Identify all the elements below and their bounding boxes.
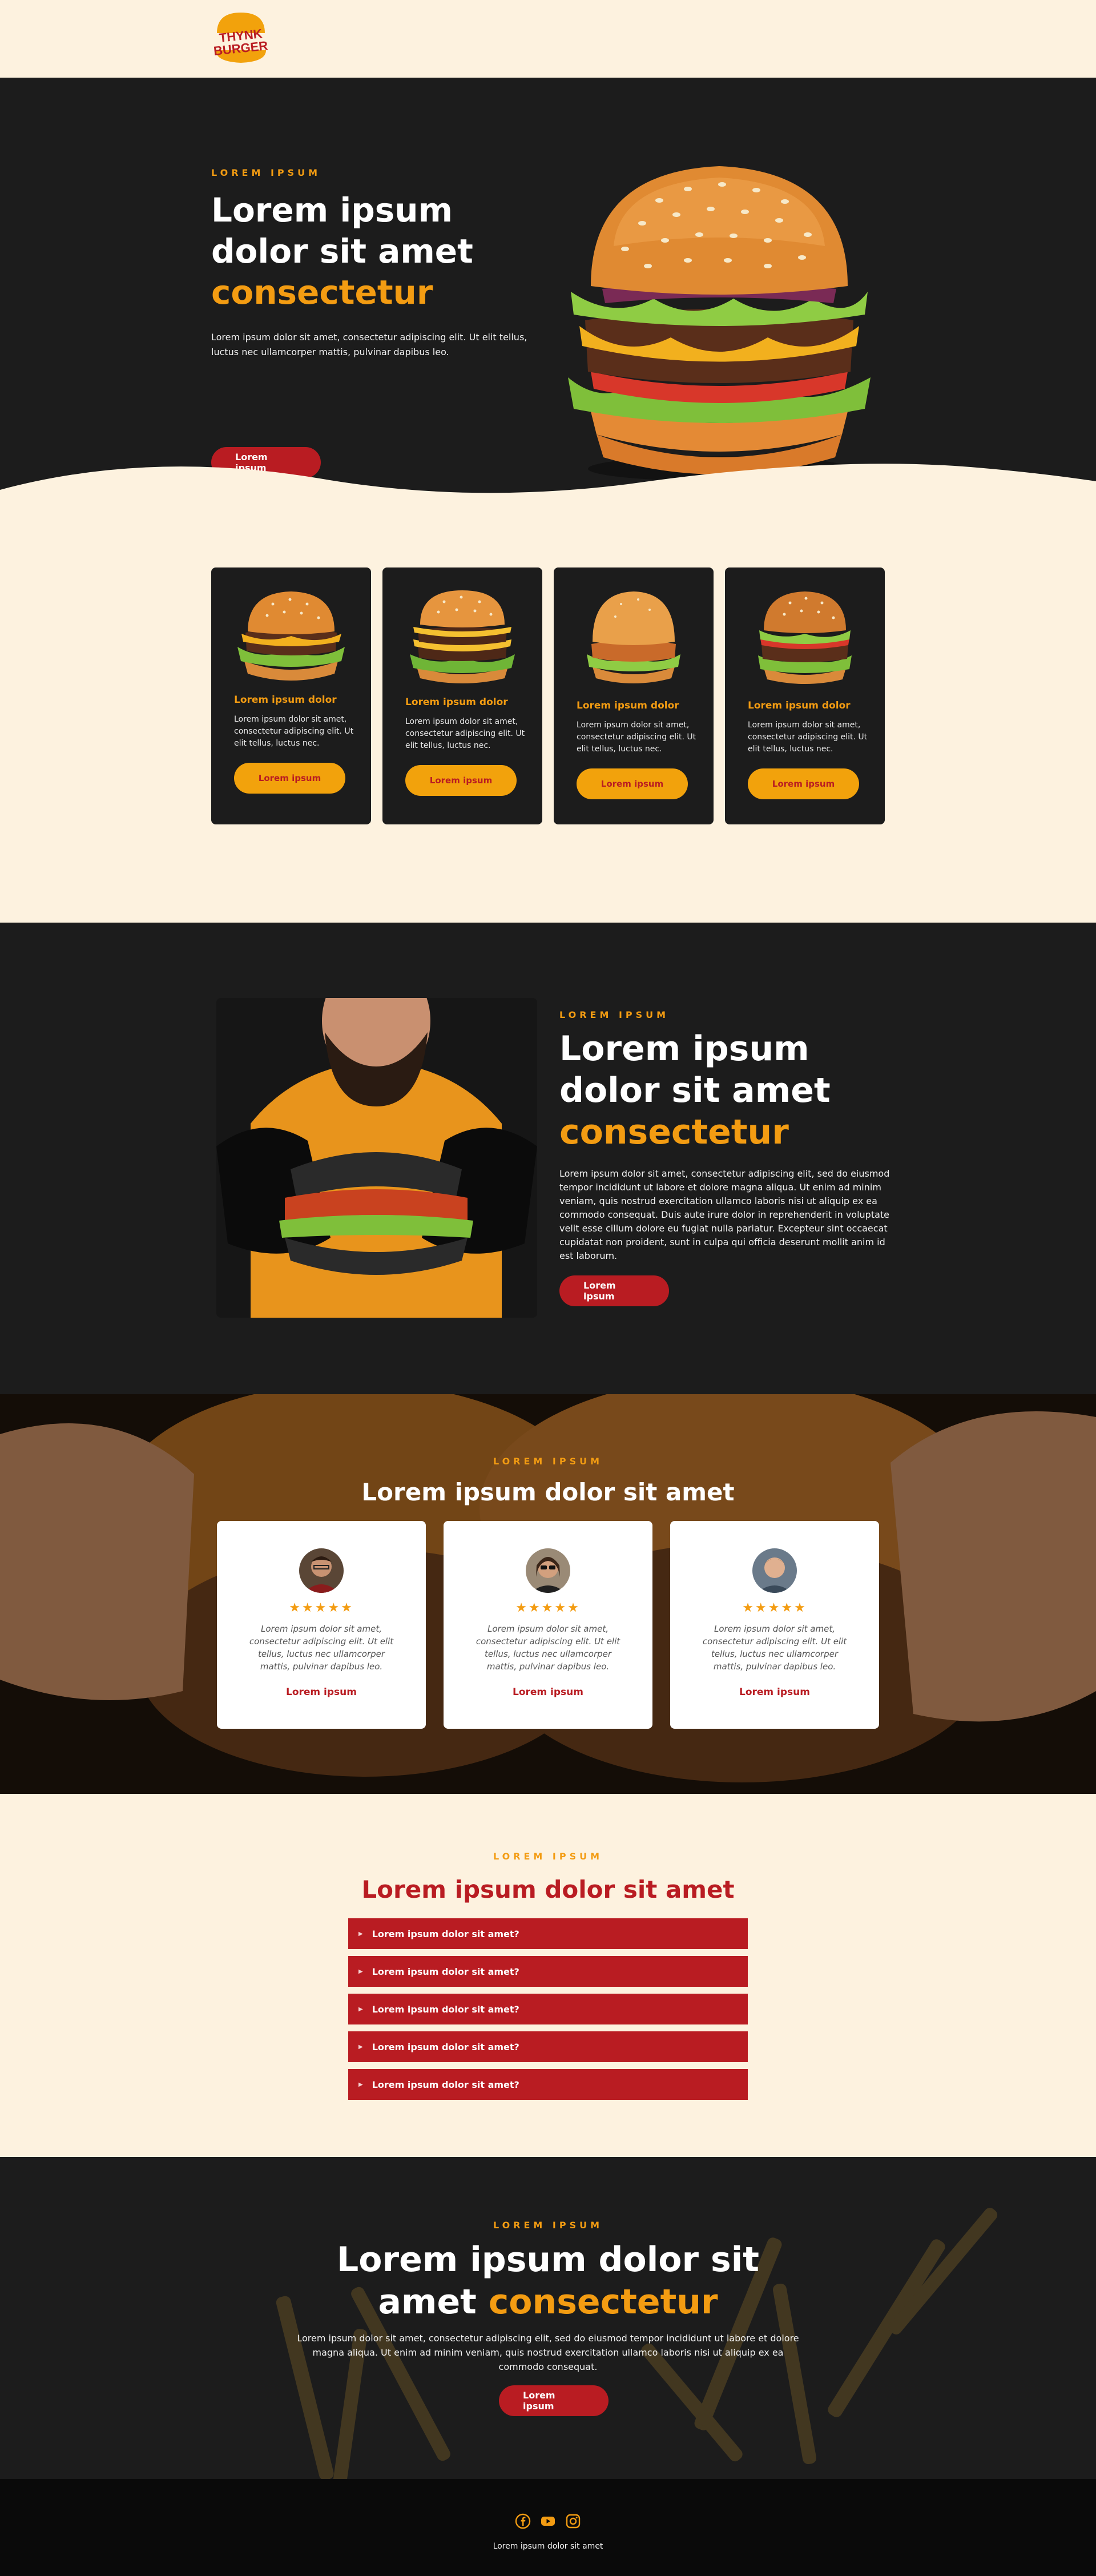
faq-eyebrow: LOREM IPSUM [493,1851,603,1862]
cta-paragraph: Lorem ipsum dolor sit amet, consectetur … [297,2333,799,2372]
avatar [526,1548,570,1593]
faq-question: Lorem ipsum dolor sit amet? [372,2079,519,2090]
hero-title-line1: Lorem ipsum [211,191,453,230]
faq-item[interactable]: ▶ Lorem ipsum dolor sit amet? [348,1918,748,1949]
testimonials-eyebrow: LOREM IPSUM [493,1456,603,1467]
product-button[interactable]: Lorem ipsum [577,768,688,799]
youtube-icon[interactable] [540,2513,556,2529]
faq-header: LOREM IPSUM Lorem ipsum dolor sit amet [0,1851,1096,1903]
testimonial-name: Lorem ipsum [286,1687,357,1698]
testimonial-card: ★★★★★ Lorem ipsum dolor sit amet, consec… [670,1521,879,1729]
hero-eyebrow: LOREM IPSUM [211,167,321,178]
site-header: THYNK BURGER [0,0,1096,78]
brand-logo[interactable]: THYNK BURGER [211,10,271,65]
faq-question: Lorem ipsum dolor sit amet? [372,2041,519,2052]
cta-title: Lorem ipsum dolor sit amet consectetur [0,2239,1096,2323]
footer-text: Lorem ipsum dolor sit amet [493,2542,603,2551]
cta-text: LOREM IPSUM Lorem ipsum dolor sit amet c… [0,2220,1096,2374]
product-description: Lorem ipsum dolor sit amet, consectetur … [234,715,354,748]
instagram-icon[interactable] [565,2513,581,2529]
star-rating: ★★★★★ [515,1601,581,1615]
hero-text: LOREM IPSUM Lorem ipsum dolor sit amet c… [211,167,531,478]
avatar [299,1548,344,1593]
about-image [216,998,537,1318]
product-button[interactable]: Lorem ipsum [234,763,345,794]
product-burger-image [587,591,680,683]
cta-title-line2-plain: amet [378,2282,477,2322]
cta-title-accent: consectetur [488,2282,718,2322]
caret-right-icon: ▶ [358,1968,363,1975]
testimonial-quote: Lorem ipsum dolor sit amet, consectetur … [476,1624,620,1672]
about-title-line2: dolor sit amet [559,1070,831,1110]
testimonial-name: Lorem ipsum [739,1687,810,1698]
facebook-icon[interactable] [515,2513,531,2529]
testimonial-card: ★★★★★ Lorem ipsum dolor sit amet, consec… [217,1521,426,1729]
product-description: Lorem ipsum dolor sit amet, consectetur … [577,721,696,754]
testimonials-title: Lorem ipsum dolor sit amet [361,1478,735,1506]
hero-wave-divider [0,464,1096,534]
hero-title-accent: consectetur [211,273,433,312]
about-text: LOREM IPSUM Lorem ipsum dolor sit amet c… [559,1009,890,1306]
cta-button[interactable]: Lorem ipsum [499,2385,609,2416]
about-cta-button[interactable]: Lorem ipsum [559,1275,669,1306]
product-title: Lorem ipsum dolor [577,700,679,711]
caret-right-icon: ▶ [358,2006,363,2012]
faq-title: Lorem ipsum dolor sit amet [361,1875,735,1903]
about-paragraph: Lorem ipsum dolor sit amet, consectetur … [559,1168,890,1261]
hero-section: LOREM IPSUM Lorem ipsum dolor sit amet c… [0,78,1096,534]
testimonials-header: LOREM IPSUM Lorem ipsum dolor sit amet [0,1456,1096,1506]
avatar [752,1548,797,1593]
cta-title-line1: Lorem ipsum dolor sit [337,2240,759,2280]
product-description: Lorem ipsum dolor sit amet, consectetur … [748,721,868,754]
products-section: Lorem ipsum dolor Lorem ipsum dolor sit … [0,534,1096,923]
about-title-accent: consectetur [559,1112,789,1152]
product-button[interactable]: Lorem ipsum [405,765,517,796]
cta-eyebrow: LOREM IPSUM [493,2220,603,2231]
product-button[interactable]: Lorem ipsum [748,768,859,799]
product-title: Lorem ipsum dolor [405,697,508,708]
product-title: Lorem ipsum dolor [748,700,851,711]
product-card: Lorem ipsum dolor Lorem ipsum dolor sit … [211,567,371,824]
product-title: Lorem ipsum dolor [234,694,337,706]
star-rating: ★★★★★ [289,1601,354,1615]
product-burger-image [237,591,345,681]
caret-right-icon: ▶ [358,2081,363,2088]
cta-section: LOREM IPSUM Lorem ipsum dolor sit amet c… [0,2157,1096,2479]
hero-title-line2: dolor sit amet [211,232,473,271]
faq-question: Lorem ipsum dolor sit amet? [372,1966,519,1977]
site-footer: Lorem ipsum dolor sit amet [0,2479,1096,2576]
faq-question: Lorem ipsum dolor sit amet? [372,2003,519,2015]
testimonial-name: Lorem ipsum [513,1687,583,1698]
about-section: LOREM IPSUM Lorem ipsum dolor sit amet c… [0,923,1096,1394]
man-holding-burger-image [216,998,537,1318]
hero-paragraph: Lorem ipsum dolor sit amet, consectetur … [211,332,527,357]
product-card: Lorem ipsum dolor Lorem ipsum dolor sit … [554,567,714,824]
faq-section: LOREM IPSUM Lorem ipsum dolor sit amet ▶… [0,1794,1096,2157]
faq-item[interactable]: ▶ Lorem ipsum dolor sit amet? [348,2031,748,2062]
faq-item[interactable]: ▶ Lorem ipsum dolor sit amet? [348,1994,748,2024]
product-card: Lorem ipsum dolor Lorem ipsum dolor sit … [382,567,542,824]
faq-question: Lorem ipsum dolor sit amet? [372,1928,519,1939]
hero-burger-image [568,166,871,481]
caret-right-icon: ▶ [358,2043,363,2050]
hero-title: Lorem ipsum dolor sit amet consectetur [211,190,531,313]
testimonial-quote: Lorem ipsum dolor sit amet, consectetur … [702,1624,847,1672]
testimonial-card: ★★★★★ Lorem ipsum dolor sit amet, consec… [444,1521,652,1729]
about-title: Lorem ipsum dolor sit amet consectetur [559,1028,890,1153]
faq-item[interactable]: ▶ Lorem ipsum dolor sit amet? [348,1956,748,1987]
faq-item[interactable]: ▶ Lorem ipsum dolor sit amet? [348,2069,748,2100]
about-title-line1: Lorem ipsum [559,1029,809,1069]
product-card: Lorem ipsum dolor Lorem ipsum dolor sit … [725,567,885,824]
about-eyebrow: LOREM IPSUM [559,1009,670,1020]
product-burger-image [758,591,852,684]
testimonial-quote: Lorem ipsum dolor sit amet, consectetur … [249,1624,394,1672]
star-rating: ★★★★★ [742,1601,807,1615]
caret-right-icon: ▶ [358,1930,363,1937]
product-burger-image [410,590,515,683]
product-description: Lorem ipsum dolor sit amet, consectetur … [405,717,525,750]
testimonials-section: LOREM IPSUM Lorem ipsum dolor sit amet ★… [0,1394,1096,1794]
